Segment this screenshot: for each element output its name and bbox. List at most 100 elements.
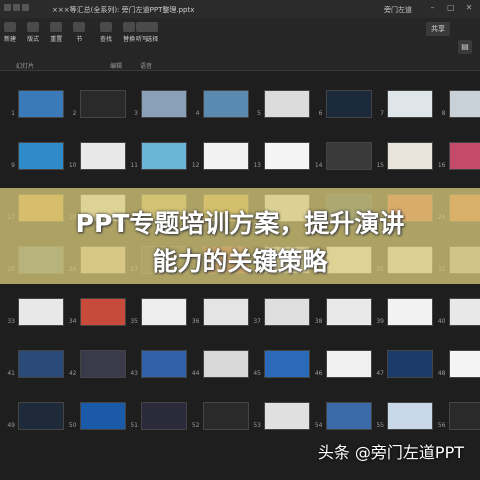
find-button[interactable]: 查找 (100, 22, 112, 43)
slide-number: 56 (437, 422, 446, 429)
slide-thumbnail[interactable] (18, 142, 64, 170)
slide-number: 48 (437, 370, 446, 377)
ribbon-group-label: 编辑 (110, 63, 123, 70)
slide-thumbnail[interactable] (387, 142, 433, 170)
slide-number: 11 (130, 162, 138, 169)
slide-thumbnail[interactable] (79, 350, 126, 378)
slide-thumbnail[interactable] (387, 90, 433, 118)
watermark: 头条 @旁门左道PPT (317, 443, 464, 462)
slide-number: 15 (376, 162, 384, 169)
slide-number: 12 (191, 162, 200, 169)
layout-icon (27, 22, 40, 32)
slide-thumbnail[interactable] (202, 350, 249, 378)
search-icon (100, 22, 112, 32)
slide-number: 43 (130, 370, 138, 377)
slide-number: 2 (72, 110, 77, 117)
slide-thumbnail[interactable] (448, 298, 480, 326)
slide-thumbnail[interactable] (202, 402, 249, 430)
window-controls: – ▢ ✕ (422, 4, 474, 12)
slide-thumbnail[interactable] (79, 298, 126, 326)
slide-thumbnail[interactable] (18, 90, 64, 118)
slide-thumbnail[interactable] (387, 298, 433, 326)
ribbon-group-slides: 新建 版式 重置 节 (4, 22, 91, 62)
slide-thumbnail[interactable] (18, 402, 64, 430)
dictate-button[interactable]: 听写 (136, 22, 148, 43)
slide-thumbnail[interactable] (325, 402, 372, 430)
slide-number: 13 (253, 162, 261, 169)
slide-thumbnail[interactable] (325, 350, 372, 378)
slide-number: 1 (11, 110, 15, 117)
slide-number: 49 (7, 422, 15, 429)
slide-number: 7 (380, 110, 384, 117)
slide-thumbnail[interactable] (325, 142, 372, 170)
maximize-icon[interactable]: ▢ (446, 4, 456, 12)
overlay-title-line-2: 能力的关键策略 (152, 247, 328, 276)
overlay-title-line-1: PPT专题培训方案，提升演讲 (75, 209, 405, 238)
slide-thumbnail[interactable] (141, 350, 187, 378)
slide-number: 5 (257, 110, 261, 117)
close-icon[interactable]: ✕ (464, 4, 474, 12)
slide-thumbnail[interactable] (448, 90, 480, 118)
slide-number: 50 (68, 422, 77, 429)
slide-number: 35 (130, 318, 138, 325)
slide-number: 9 (11, 162, 15, 169)
slide-thumbnail[interactable] (264, 350, 310, 378)
ribbon-group-edit: 查找 替换 选择 (100, 22, 164, 62)
slide-number: 51 (130, 422, 138, 429)
slide-thumbnail[interactable] (141, 142, 187, 170)
slide-thumbnail[interactable] (448, 142, 480, 170)
slide-number: 45 (253, 370, 261, 377)
share-button[interactable]: 共享 (426, 22, 450, 36)
title-bar: ×××等汇总(全系列): 旁门左道PPT整理.pptx 旁门左道 – ▢ ✕ (0, 0, 480, 18)
ribbon-group-voice: 听写 (136, 22, 154, 62)
slide-number: 52 (191, 422, 200, 429)
slide-thumbnail[interactable] (325, 298, 372, 326)
slide-thumbnail[interactable] (448, 350, 480, 378)
quick-access-toolbar[interactable] (4, 4, 44, 13)
slide-thumbnail[interactable] (79, 90, 126, 118)
slide-thumbnail[interactable] (141, 298, 187, 326)
notes-icon[interactable]: ▤ (458, 40, 472, 54)
slide-thumbnail[interactable] (141, 90, 187, 118)
slide-thumbnail[interactable] (18, 298, 64, 326)
slide-thumbnail[interactable] (264, 142, 310, 170)
slide-thumbnail[interactable] (79, 402, 126, 430)
slide-number: 14 (314, 162, 323, 169)
microphone-icon (136, 22, 148, 32)
slide-number: 33 (7, 318, 15, 325)
slide-number: 40 (437, 318, 446, 325)
slide-thumbnail[interactable] (448, 402, 480, 430)
slide-thumbnail[interactable] (387, 350, 433, 378)
slide-thumbnail[interactable] (264, 90, 310, 118)
slide-thumbnail[interactable] (264, 298, 310, 326)
slide-number: 8 (441, 110, 446, 117)
slide-thumbnail[interactable] (79, 142, 126, 170)
slide-number: 41 (7, 370, 15, 377)
slide-number: 4 (195, 110, 200, 117)
reset-button[interactable]: 重置 (50, 22, 62, 43)
slide-thumbnail[interactable] (202, 90, 249, 118)
slide-number: 53 (253, 422, 261, 429)
slide-thumbnail[interactable] (325, 90, 372, 118)
slide-thumbnail[interactable] (202, 298, 249, 326)
slide-number: 34 (68, 318, 77, 325)
slide-thumbnail[interactable] (264, 402, 310, 430)
slide-thumbnail[interactable] (387, 402, 433, 430)
new-slide-button[interactable]: 新建 (4, 22, 16, 43)
layout-button[interactable]: 版式 (27, 22, 39, 43)
slide-thumbnail[interactable] (18, 350, 64, 378)
user-name[interactable]: 旁门左道 (384, 5, 412, 15)
section-icon (73, 22, 86, 32)
document-title: ×××等汇总(全系列): 旁门左道PPT整理.pptx (52, 6, 195, 14)
section-button[interactable]: 节 (73, 22, 86, 43)
slide-number: 16 (437, 162, 446, 169)
title-overlay: PPT专题培训方案，提升演讲 能力的关键策略 (0, 188, 480, 284)
slide-thumbnail[interactable] (141, 402, 187, 430)
minimize-icon[interactable]: – (428, 4, 438, 12)
slide-number: 3 (134, 110, 138, 117)
slide-number: 54 (314, 422, 323, 429)
replace-button[interactable]: 替换 (123, 22, 135, 43)
slide-number: 47 (376, 370, 384, 377)
slide-number: 46 (314, 370, 323, 377)
slide-thumbnail[interactable] (202, 142, 249, 170)
